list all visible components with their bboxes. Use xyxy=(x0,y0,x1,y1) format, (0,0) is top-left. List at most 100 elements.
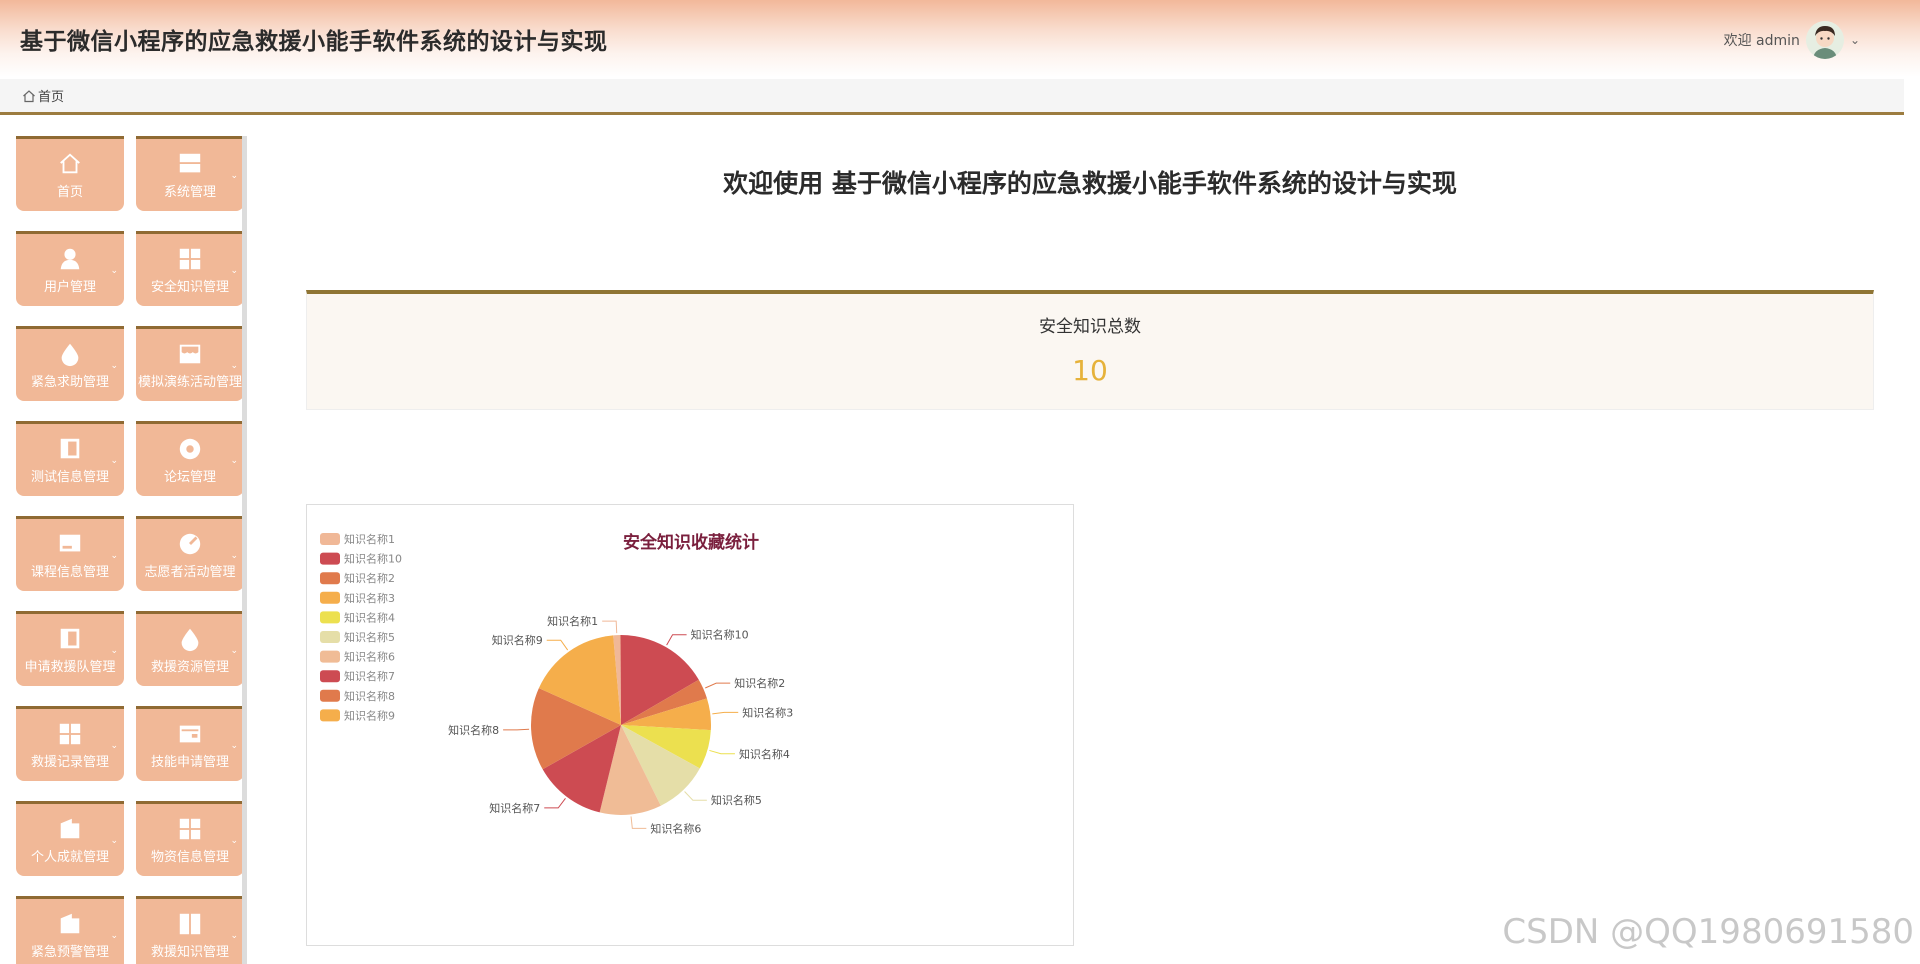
sidebar-item[interactable]: 首页 xyxy=(16,136,124,211)
app-title: 基于微信小程序的应急救援小能手软件系统的设计与实现 xyxy=(20,29,608,55)
sidebar-item-label: 个人成就管理 xyxy=(30,850,109,865)
sidebar-item[interactable]: 物资信息管理 ⌄ xyxy=(136,801,244,876)
user-menu[interactable]: 欢迎 admin ⌄ xyxy=(1724,20,1860,60)
legend-item[interactable]: 知识名称6 xyxy=(320,650,395,664)
chart-card: 安全知识收藏统计 知识名称1 知识名称10 知识名称2 知识名称3 知识名称4 知识名称5 知… xyxy=(306,504,1074,946)
legend-swatch xyxy=(320,670,340,683)
stat-card: 安全知识总数 10 xyxy=(306,290,1874,410)
chevron-down-icon: ⌄ xyxy=(110,931,118,941)
slice-label-line xyxy=(546,639,569,651)
sidebar-item-label: 安全知识管理 xyxy=(150,280,229,295)
legend-swatch xyxy=(320,533,340,545)
legend-label: 知识名称2 xyxy=(344,571,395,585)
sidebar-item[interactable]: 救援知识管理 ⌄ xyxy=(136,896,244,964)
chevron-down-icon: ⌄ xyxy=(230,551,238,561)
sidebar-item[interactable]: 紧急求助管理 ⌄ xyxy=(16,326,124,401)
slice-label: 知识名称5 xyxy=(711,793,762,807)
legend-item[interactable]: 知识名称10 xyxy=(320,552,402,566)
legend-label: 知识名称6 xyxy=(344,650,395,664)
legend-label: 知识名称3 xyxy=(344,591,395,605)
sidebar-item[interactable]: 安全知识管理 ⌄ xyxy=(136,231,244,306)
slice-label-line xyxy=(602,620,618,634)
sidebar-item-label: 课程信息管理 xyxy=(30,565,109,580)
legend-item[interactable]: 知识名称7 xyxy=(320,669,395,683)
sidebar-item-label: 测试信息管理 xyxy=(30,470,109,485)
sidebar-item[interactable]: 救援记录管理 ⌄ xyxy=(16,706,124,781)
sidebar-scrollbar[interactable] xyxy=(242,136,247,964)
sidebar-item-label: 救援记录管理 xyxy=(30,755,109,770)
slice-label-line xyxy=(544,798,566,809)
user-icon xyxy=(60,248,80,270)
slice-label-line xyxy=(666,634,687,646)
home-icon xyxy=(60,153,80,174)
legend-item[interactable]: 知识名称3 xyxy=(320,591,395,605)
slice-label: 知识名称2 xyxy=(734,676,785,690)
legend-label: 知识名称1 xyxy=(344,532,395,546)
sidebar-item[interactable]: 救援资源管理 ⌄ xyxy=(136,611,244,686)
sidebar-item[interactable]: 志愿者活动管理 ⌄ xyxy=(136,516,244,591)
legend-swatch xyxy=(320,709,340,722)
chevron-down-icon: ⌄ xyxy=(110,741,118,751)
sidebar-item[interactable]: 个人成就管理 ⌄ xyxy=(16,801,124,876)
slice-label-line xyxy=(630,816,647,829)
legend-swatch xyxy=(320,591,340,604)
layout-icon xyxy=(179,153,201,173)
breadcrumb-home[interactable]: 首页 xyxy=(38,86,64,105)
chevron-down-icon: ⌄ xyxy=(230,171,238,181)
sidebar-item-label: 紧急求助管理 xyxy=(30,375,109,390)
legend-item[interactable]: 知识名称8 xyxy=(320,689,395,703)
sidebar-item[interactable]: 测试信息管理 ⌄ xyxy=(16,421,124,496)
watermark: CSDN @QQ1980691580 xyxy=(1502,912,1914,952)
chevron-down-icon: ⌄ xyxy=(110,836,118,846)
slice-label-line xyxy=(712,711,739,715)
legend-item[interactable]: 知识名称5 xyxy=(320,630,395,644)
sidebar-item-label: 用户管理 xyxy=(43,280,96,295)
slice-label-line xyxy=(503,728,530,731)
legend-item[interactable]: 知识名称2 xyxy=(320,571,395,585)
sidebar-item[interactable]: 紧急预警管理 ⌄ xyxy=(16,896,124,964)
sidebar: 首页 系统管理 ⌄ 用户管理 ⌄ 安全知识管理 ⌄ 紧急求助管理 ⌄ 模拟演练活动管理 ⌄ 测试信息管… xyxy=(0,118,250,964)
stat-value: 10 xyxy=(1072,354,1108,387)
wallet-icon xyxy=(179,725,201,743)
sidebar-item[interactable]: 论坛管理 ⌄ xyxy=(136,421,244,496)
slice-label: 知识名称3 xyxy=(742,705,793,719)
main-content: 欢迎使用 基于微信小程序的应急救援小能手软件系统的设计与实现 安全知识总数 10… xyxy=(250,118,1904,964)
sidebar-item-label: 模拟演练活动管理 xyxy=(137,375,242,390)
sidebar-item[interactable]: 申请救援队管理 ⌄ xyxy=(16,611,124,686)
sidebar-item[interactable]: 技能申请管理 ⌄ xyxy=(136,706,244,781)
grid-icon xyxy=(59,723,81,745)
drop-icon xyxy=(61,343,79,367)
book-icon xyxy=(60,628,80,649)
user-avatar-icon xyxy=(1805,21,1844,59)
legend-item[interactable]: 知识名称4 xyxy=(320,610,395,624)
chevron-down-icon: ⌄ xyxy=(230,646,238,656)
dashboard-icon xyxy=(179,533,201,555)
folder-icon xyxy=(60,818,80,839)
slice-label: 知识名称8 xyxy=(448,723,499,737)
disc-icon xyxy=(179,438,201,460)
legend-label: 知识名称10 xyxy=(344,552,402,566)
sidebar-item[interactable]: 系统管理 ⌄ xyxy=(136,136,244,211)
home-icon xyxy=(23,89,35,102)
legend-item[interactable]: 知识名称1 xyxy=(320,532,395,546)
slice-label: 知识名称9 xyxy=(492,633,543,647)
stat-label: 安全知识总数 xyxy=(1039,317,1141,337)
chevron-down-icon: ⌄ xyxy=(110,361,118,371)
sidebar-item[interactable]: 模拟演练活动管理 ⌄ xyxy=(136,326,244,401)
grid-icon xyxy=(179,248,201,270)
folder-icon xyxy=(60,913,80,934)
legend-swatch xyxy=(320,631,340,643)
slice-label: 知识名称4 xyxy=(739,747,790,761)
legend-swatch xyxy=(320,611,340,624)
legend-swatch xyxy=(320,689,340,702)
pie-chart: 安全知识收藏统计知识名称1知识名称10知识名称2知识名称3知识名称4知识名称5知… xyxy=(320,532,793,835)
sidebar-item-label: 申请救援队管理 xyxy=(24,660,116,675)
sidebar-item[interactable]: 用户管理 ⌄ xyxy=(16,231,124,306)
legend-label: 知识名称9 xyxy=(344,708,395,722)
slice-label: 知识名称10 xyxy=(691,628,749,642)
legend-item[interactable]: 知识名称9 xyxy=(320,708,395,722)
sidebar-item[interactable]: 课程信息管理 ⌄ xyxy=(16,516,124,591)
chevron-down-icon: ⌄ xyxy=(230,931,238,941)
chevron-down-icon: ⌄ xyxy=(110,551,118,561)
slice-label: 知识名称7 xyxy=(489,801,540,815)
